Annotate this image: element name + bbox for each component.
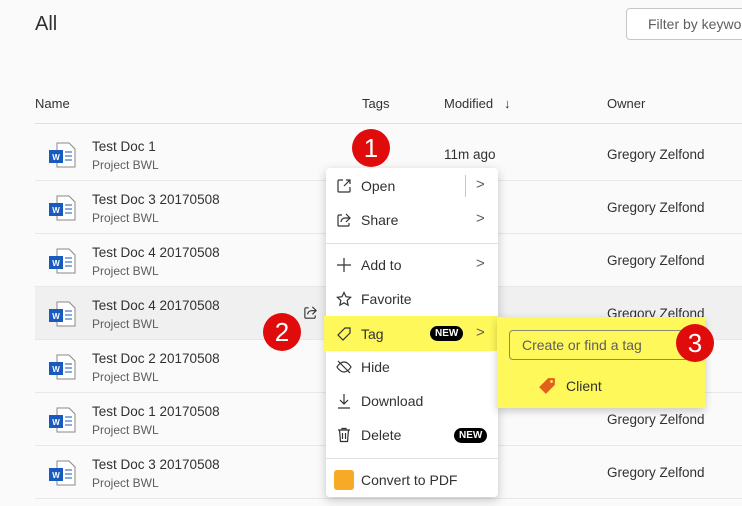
sort-down-icon: ↓ (503, 96, 511, 111)
file-location: Project BWL (92, 264, 159, 278)
menu-item-favorite[interactable]: Favorite (326, 282, 498, 316)
word-file-icon: W (49, 195, 76, 221)
svg-text:W: W (52, 418, 60, 427)
word-file-icon: W (49, 301, 76, 327)
menu-item-download[interactable]: Download (326, 384, 498, 418)
file-name[interactable]: Test Doc 4 20170508 (92, 245, 220, 260)
word-file-icon: W (49, 142, 76, 168)
owner: Gregory Zelfond (607, 147, 705, 162)
new-badge: NEW (454, 428, 488, 443)
tag-option-client[interactable]: Client (566, 378, 602, 394)
menu-item-hide[interactable]: Hide (326, 350, 498, 384)
svg-text:W: W (52, 365, 60, 374)
owner: Gregory Zelfond (607, 200, 705, 215)
tag-search-input[interactable]: Create or find a tag (509, 330, 697, 360)
callout-2: 2 (263, 313, 301, 351)
header-divider (35, 123, 742, 124)
chevron-right-icon: > (476, 324, 485, 341)
split-divider (465, 175, 466, 197)
filter-input[interactable]: Filter by keyword (626, 8, 742, 40)
file-location: Project BWL (92, 476, 159, 490)
plus-icon (337, 258, 351, 272)
file-location: Project BWL (92, 158, 159, 172)
download-icon (338, 394, 350, 409)
tag-submenu: Create or find a tag Client (497, 317, 705, 408)
callout-3: 3 (676, 324, 714, 362)
owner: Gregory Zelfond (607, 253, 705, 268)
menu-item-convert-to-pdf[interactable]: Convert to PDF (326, 463, 498, 497)
owner: Gregory Zelfond (607, 412, 705, 427)
chevron-right-icon[interactable]: > (476, 176, 485, 193)
file-name[interactable]: Test Doc 2 20170508 (92, 351, 220, 366)
column-header-tags[interactable]: Tags (362, 96, 389, 111)
word-file-icon: W (49, 460, 76, 486)
file-name[interactable]: Test Doc 4 20170508 (92, 298, 220, 313)
file-location: Project BWL (92, 211, 159, 225)
column-header-name[interactable]: Name (35, 96, 70, 111)
hide-icon (336, 360, 352, 374)
context-menu-lower: Hide Download Delete NEW Convert to PDF (326, 350, 498, 497)
word-file-icon: W (49, 354, 76, 380)
menu-label: Delete (361, 427, 402, 443)
svg-text:W: W (52, 471, 60, 480)
menu-item-open[interactable]: Open > (326, 169, 498, 203)
menu-label: Add to (361, 257, 402, 273)
word-file-icon: W (49, 407, 76, 433)
file-name[interactable]: Test Doc 1 20170508 (92, 404, 220, 419)
column-header-modified[interactable]: Modified ↓ (444, 96, 510, 111)
owner: Gregory Zelfond (607, 465, 705, 480)
star-icon (336, 291, 352, 307)
file-location: Project BWL (92, 423, 159, 437)
menu-label: Download (361, 393, 424, 409)
chevron-right-icon: > (476, 255, 485, 272)
modified-label: Modified (444, 96, 494, 111)
menu-item-share[interactable]: Share > (326, 203, 498, 237)
file-location: Project BWL (92, 370, 159, 384)
new-badge: NEW (430, 326, 464, 341)
word-file-icon: W (49, 248, 76, 274)
open-external-icon (337, 179, 351, 193)
svg-text:W: W (52, 153, 60, 162)
svg-text:W: W (52, 312, 60, 321)
file-name[interactable]: Test Doc 3 20170508 (92, 192, 220, 207)
menu-label: Share (361, 212, 399, 228)
share-icon (337, 213, 351, 227)
file-location: Project BWL (92, 317, 159, 331)
menu-item-add-to[interactable]: Add to > (326, 248, 498, 282)
callout-1: 1 (352, 129, 390, 167)
column-header-owner[interactable]: Owner (607, 96, 645, 111)
chevron-right-icon: > (476, 210, 485, 227)
pdf-convert-icon (334, 470, 354, 490)
svg-text:W: W (52, 259, 60, 268)
page-title: All (35, 13, 58, 35)
menu-item-tag[interactable]: Tag NEW > (324, 316, 498, 351)
share-icon[interactable] (303, 305, 318, 320)
file-name[interactable]: Test Doc 1 (92, 139, 156, 154)
menu-label: Tag (361, 326, 384, 342)
menu-item-delete[interactable]: Delete NEW (326, 418, 498, 452)
menu-label: Hide (361, 359, 390, 375)
menu-label: Favorite (361, 291, 412, 307)
modified-date: 11m ago (444, 147, 496, 162)
menu-label: Open (361, 178, 396, 194)
tag-icon (539, 378, 555, 394)
menu-label: Convert to PDF (361, 472, 458, 488)
svg-text:W: W (52, 206, 60, 215)
menu-divider (326, 243, 498, 244)
trash-icon (338, 427, 350, 443)
file-name[interactable]: Test Doc 3 20170508 (92, 457, 220, 472)
tag-icon (337, 327, 351, 341)
menu-divider (326, 458, 498, 459)
